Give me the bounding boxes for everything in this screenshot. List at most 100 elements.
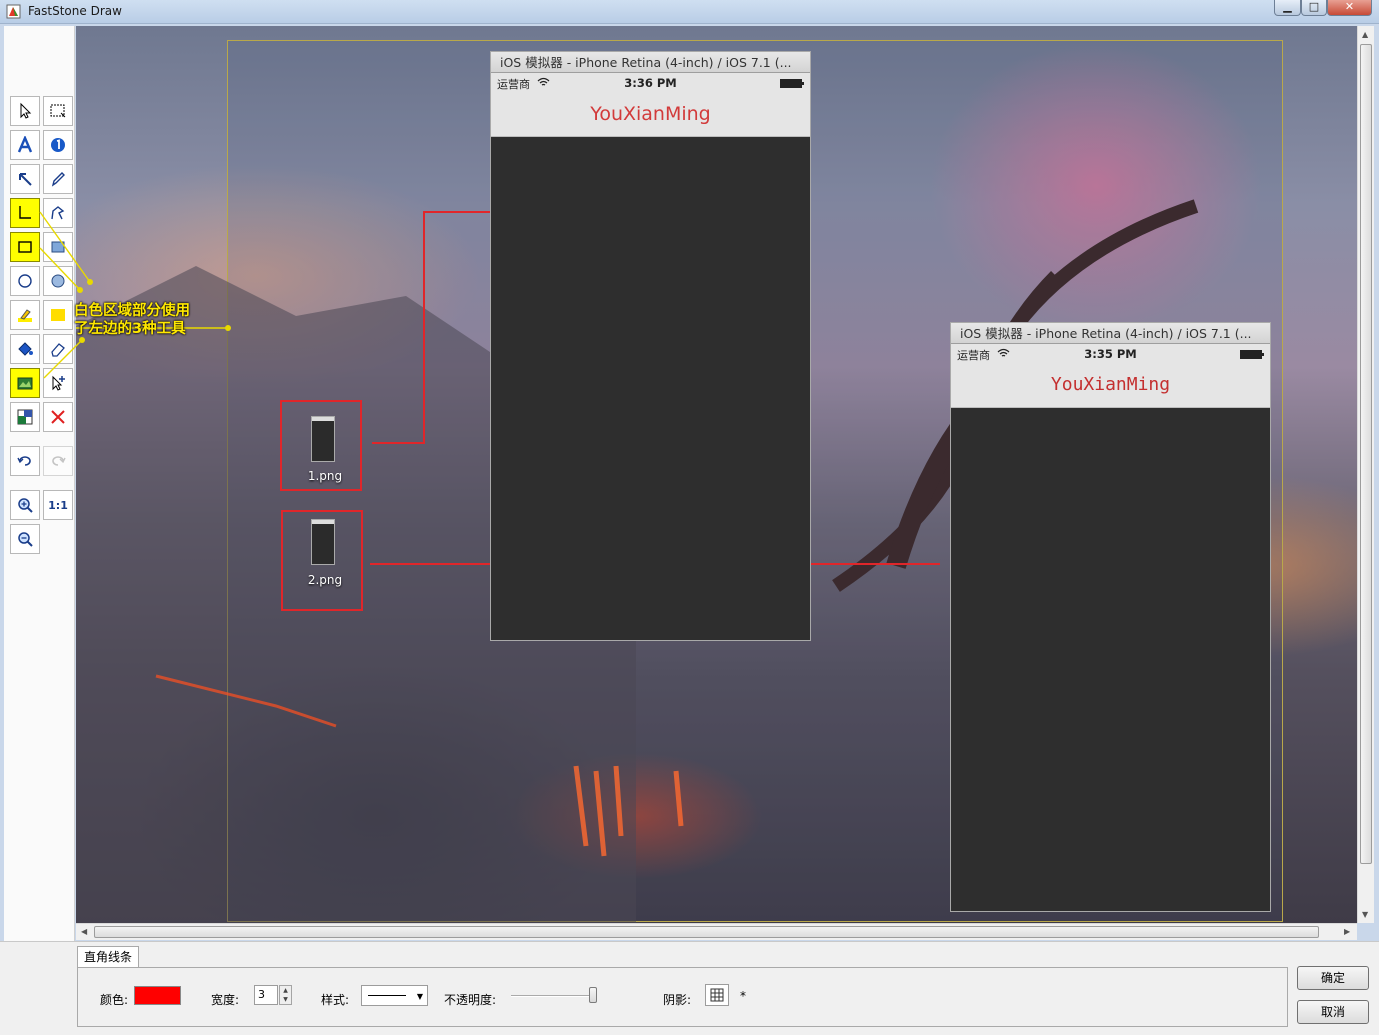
- color-swatch[interactable]: [134, 986, 181, 1005]
- polyline-tool[interactable]: [43, 198, 73, 228]
- insert-image-tool[interactable]: [10, 368, 40, 398]
- zoom-in-button[interactable]: [10, 490, 40, 520]
- eraser-tool[interactable]: [43, 334, 73, 364]
- cancel-button[interactable]: 取消: [1297, 1000, 1369, 1024]
- file-name-2: 2.png: [307, 573, 343, 587]
- ios-simulator-window-1[interactable]: iOS 模拟器 - iPhone Retina (4-inch) / iOS 7…: [490, 51, 811, 641]
- highlighter-icon: [18, 309, 32, 322]
- redo-icon: [52, 456, 66, 466]
- text-a-icon: [17, 136, 33, 153]
- window-title: FastStone Draw: [28, 4, 122, 18]
- properties-panel: 直角线条 颜色: 宽度: 3 ▲ ▼ 样式: ▼ 不透明度: 阴影: * 确定 取…: [0, 941, 1379, 1035]
- right-angle-icon: [19, 206, 31, 219]
- right-angle-line-tool[interactable]: [10, 198, 40, 228]
- pencil-icon: [51, 172, 65, 187]
- undo-button[interactable]: [10, 446, 40, 476]
- filled-ellipse-icon: [51, 274, 65, 288]
- ellipse-tool[interactable]: [10, 266, 40, 296]
- rectangle-tool[interactable]: [10, 232, 40, 262]
- line-style-select[interactable]: ▼: [361, 985, 428, 1006]
- eraser-icon: [51, 343, 65, 357]
- highlighter-tool[interactable]: [10, 300, 40, 330]
- filled-ellipse-tool[interactable]: [43, 266, 73, 296]
- crop-canvas-tool[interactable]: [10, 402, 40, 432]
- opacity-slider-track[interactable]: [511, 995, 596, 997]
- undo-icon: [17, 456, 31, 466]
- png-file-icon[interactable]: [311, 416, 335, 462]
- redo-button[interactable]: [43, 446, 73, 476]
- vertical-scrollbar[interactable]: ▲ ▼: [1357, 26, 1374, 923]
- scroll-down-icon[interactable]: ▼: [1362, 910, 1368, 919]
- status-time: 3:36 PM: [624, 76, 677, 90]
- battery-icon: [780, 79, 804, 88]
- properties-box: 颜色: 宽度: 3 ▲ ▼ 样式: ▼ 不透明度: 阴影: *: [77, 967, 1288, 1027]
- scroll-right-icon[interactable]: ▶: [1344, 927, 1350, 936]
- delete-tool[interactable]: [43, 402, 73, 432]
- marquee-select-tool[interactable]: [43, 96, 73, 126]
- status-time: 3:35 PM: [1084, 347, 1137, 361]
- zoom-in-icon: [18, 498, 33, 513]
- drawing-canvas[interactable]: iOS 模拟器 - iPhone Retina (4-inch) / iOS 7…: [76, 26, 1357, 923]
- add-pointer-tool[interactable]: [43, 368, 73, 398]
- app-icon: [6, 4, 21, 19]
- maximize-button[interactable]: □: [1301, 0, 1327, 16]
- arrow-icon: [19, 173, 32, 186]
- color-label: 颜色:: [100, 993, 129, 1007]
- horizontal-scroll-thumb[interactable]: [94, 926, 1319, 938]
- zoom-out-icon: [18, 532, 33, 547]
- scroll-up-icon[interactable]: ▲: [1362, 30, 1368, 39]
- opacity-slider-thumb[interactable]: [589, 987, 597, 1003]
- file-name-1: 1.png: [307, 469, 343, 483]
- bucket-icon: [18, 342, 33, 356]
- tab-right-angle-line[interactable]: 直角线条: [77, 946, 140, 967]
- png-file-icon[interactable]: [311, 519, 335, 565]
- red-x-icon: [51, 410, 65, 424]
- polygon-icon: [51, 206, 65, 220]
- rectangle-icon: [18, 241, 32, 253]
- yellow-fill-icon: [51, 309, 65, 321]
- title-bar: FastStone Draw ▁ □ ✕: [0, 0, 1379, 24]
- fill-color-tool[interactable]: [43, 300, 73, 330]
- scroll-left-icon[interactable]: ◀: [81, 927, 87, 936]
- number-stamp-tool[interactable]: [43, 130, 73, 160]
- horizontal-scrollbar[interactable]: ◀ ▶: [76, 923, 1357, 940]
- shadow-label: 阴影:: [663, 993, 692, 1007]
- close-button[interactable]: ✕: [1327, 0, 1372, 16]
- ok-button[interactable]: 确定: [1297, 966, 1369, 990]
- pointer-plus-icon: [52, 375, 65, 391]
- pencil-tool[interactable]: [43, 164, 73, 194]
- tool-palette: 1:1: [4, 26, 75, 941]
- width-label: 宽度:: [211, 993, 240, 1007]
- chevron-down-icon: ▼: [416, 992, 423, 1001]
- filled-rectangle-icon: [51, 241, 65, 253]
- text-tool[interactable]: [10, 130, 40, 160]
- grid-icon: [710, 988, 724, 1002]
- shadow-button[interactable]: [705, 984, 729, 1006]
- shadow-indicator: *: [740, 989, 746, 1003]
- select-arrow-tool[interactable]: [10, 96, 40, 126]
- app-nav-title: YouXianMing: [951, 364, 1270, 408]
- arrow-line-tool[interactable]: [10, 164, 40, 194]
- marquee-icon: [50, 104, 66, 118]
- annotation-callout: 白色区域部分使用 了左边的3种工具: [74, 302, 190, 338]
- width-input[interactable]: 3: [254, 985, 278, 1005]
- width-stepper[interactable]: ▲ ▼: [279, 985, 292, 1005]
- paint-bucket-tool[interactable]: [10, 334, 40, 364]
- ios-simulator-window-2[interactable]: iOS 模拟器 - iPhone Retina (4-inch) / iOS 7…: [950, 322, 1271, 912]
- vertical-scroll-thumb[interactable]: [1360, 44, 1372, 864]
- canvas-icon: [17, 409, 33, 425]
- simulator-title[interactable]: iOS 模拟器 - iPhone Retina (4-inch) / iOS 7…: [491, 52, 810, 73]
- simulator-title[interactable]: iOS 模拟器 - iPhone Retina (4-inch) / iOS 7…: [951, 323, 1270, 344]
- annotation-line-1: 白色区域部分使用: [74, 303, 190, 319]
- minimize-button[interactable]: ▁: [1274, 0, 1301, 16]
- annotation-line-2: 了左边的3种工具: [74, 321, 186, 337]
- pointer-icon: [20, 102, 32, 119]
- one-to-one-icon: 1:1: [48, 498, 68, 512]
- opacity-label: 不透明度:: [444, 993, 497, 1007]
- app-nav-title: YouXianMing: [491, 93, 810, 137]
- zoom-out-button[interactable]: [10, 524, 40, 554]
- actual-size-button[interactable]: 1:1: [43, 490, 73, 520]
- number-badge-icon: [51, 138, 65, 152]
- filled-rectangle-tool[interactable]: [43, 232, 73, 262]
- status-bar: 运营商 3:35 PM: [951, 344, 1270, 364]
